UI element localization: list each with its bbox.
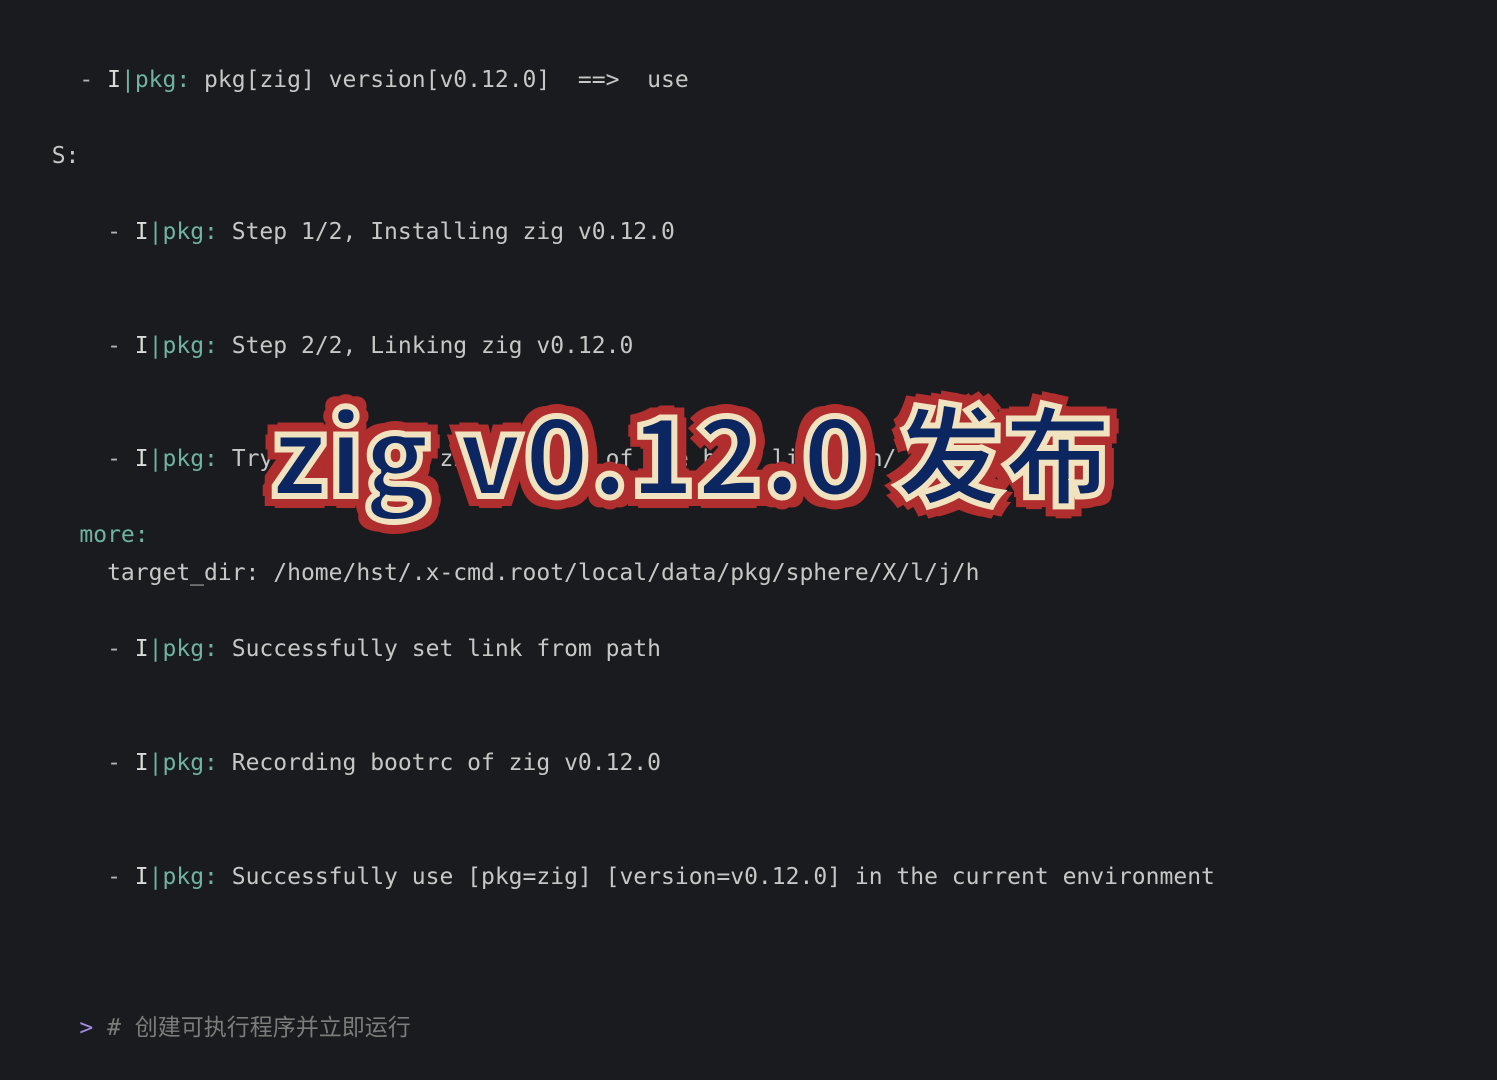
- log-line: - I|pkg: Successfully use [pkg=zig] [ver…: [24, 821, 1473, 935]
- prompt-icon: >: [79, 1015, 107, 1041]
- log-line: - I|pkg: pkg[zig] version[v0.12.0] ==> u…: [24, 24, 1473, 138]
- overlay-title: zig v0.12.0 发布: [270, 372, 1113, 528]
- blank-line: [24, 935, 1473, 973]
- terminal-screen: - I|pkg: pkg[zig] version[v0.12.0] ==> u…: [0, 0, 1497, 1080]
- log-line: - I|pkg: Recording bootrc of zig v0.12.0: [24, 707, 1473, 821]
- log-line: S:: [24, 138, 1473, 176]
- log-line: - I|pkg: Successfully set link from path: [24, 593, 1473, 707]
- log-line: target_dir: /home/hst/.x-cmd.root/local/…: [24, 555, 1473, 593]
- prompt-line[interactable]: > # 创建可执行程序并立即运行: [24, 972, 1473, 1080]
- shell-comment: # 创建可执行程序并立即运行: [107, 1015, 411, 1041]
- log-line: - I|pkg: Step 1/2, Installing zig v0.12.…: [24, 176, 1473, 290]
